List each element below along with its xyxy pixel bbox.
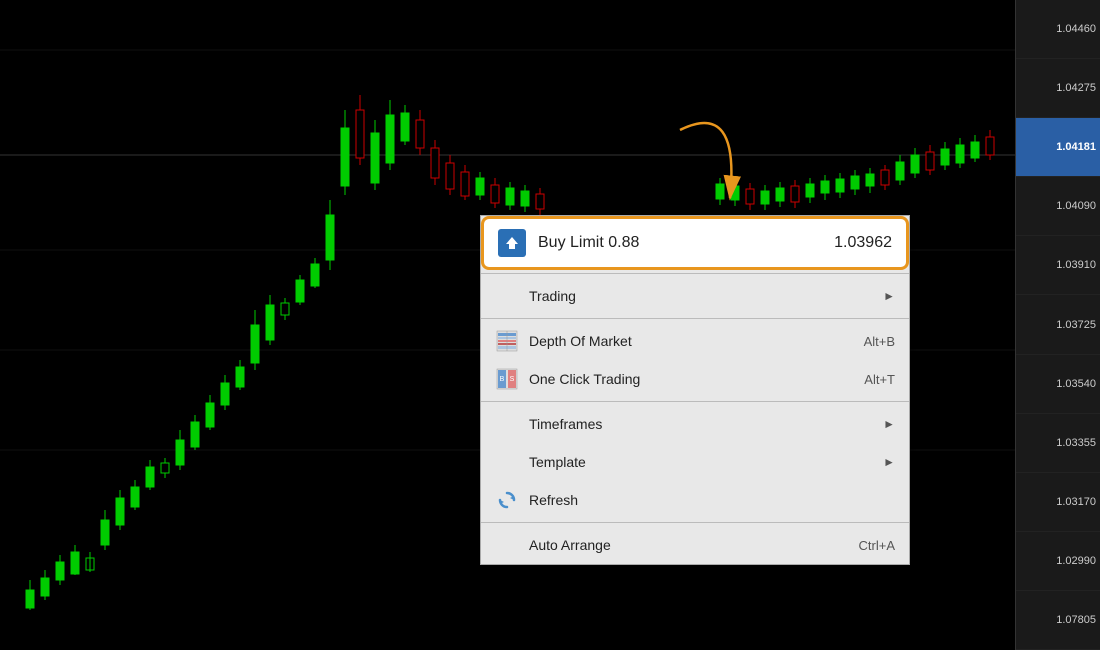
context-menu: Buy Limit 0.88 1.03962 Trading ► Depth O (480, 215, 910, 565)
buy-limit-label: Buy Limit 0.88 (538, 234, 822, 252)
menu-item-template[interactable]: Template ► (481, 443, 909, 481)
menu-item-oct-label: One Click Trading (529, 371, 854, 387)
menu-item-refresh-label: Refresh (529, 492, 895, 508)
price-label: 1.03725 (1016, 295, 1100, 354)
price-label: 1.02990 (1016, 532, 1100, 591)
trading-icon-placeholder (495, 284, 519, 308)
auto-arrange-icon-placeholder (495, 533, 519, 557)
menu-item-depth-of-market[interactable]: Depth Of Market Alt+B (481, 322, 909, 360)
template-icon-placeholder (495, 450, 519, 474)
price-label: 1.03355 (1016, 414, 1100, 473)
menu-item-template-label: Template (529, 454, 873, 470)
price-label: 1.07805 (1016, 591, 1100, 650)
price-label: 1.04275 (1016, 59, 1100, 118)
template-submenu-arrow: ► (883, 455, 895, 469)
menu-separator (481, 401, 909, 402)
price-label-current: 1.04181 (1016, 118, 1100, 177)
price-label: 1.04460 (1016, 0, 1100, 59)
price-axis: 1.04460 1.04275 1.04181 1.04090 1.03910 … (1015, 0, 1100, 650)
menu-item-timeframes[interactable]: Timeframes ► (481, 405, 909, 443)
menu-item-refresh[interactable]: Refresh (481, 481, 909, 519)
price-label: 1.04090 (1016, 177, 1100, 236)
menu-item-one-click-trading[interactable]: B S One Click Trading Alt+T (481, 360, 909, 398)
menu-item-auto-arrange[interactable]: Auto Arrange Ctrl+A (481, 526, 909, 564)
svg-text:B: B (500, 376, 505, 383)
menu-separator (481, 522, 909, 523)
trading-submenu-arrow: ► (883, 289, 895, 303)
menu-item-dom-shortcut: Alt+B (864, 334, 895, 349)
buy-limit-price: 1.03962 (834, 234, 892, 252)
menu-item-auto-arrange-shortcut: Ctrl+A (859, 538, 895, 553)
price-label: 1.03170 (1016, 473, 1100, 532)
menu-item-trading-label: Trading (529, 288, 873, 304)
refresh-icon (495, 488, 519, 512)
menu-separator (481, 318, 909, 319)
buy-limit-header[interactable]: Buy Limit 0.88 1.03962 (481, 216, 909, 270)
one-click-trading-icon: B S (495, 367, 519, 391)
depth-of-market-icon (495, 329, 519, 353)
menu-item-dom-label: Depth Of Market (529, 333, 854, 349)
menu-separator (481, 273, 909, 274)
price-label: 1.03910 (1016, 236, 1100, 295)
price-label: 1.03540 (1016, 355, 1100, 414)
menu-item-oct-shortcut: Alt+T (864, 372, 895, 387)
menu-item-trading[interactable]: Trading ► (481, 277, 909, 315)
menu-item-timeframes-label: Timeframes (529, 416, 873, 432)
timeframes-submenu-arrow: ► (883, 417, 895, 431)
svg-text:S: S (510, 376, 515, 383)
timeframes-icon-placeholder (495, 412, 519, 436)
menu-item-auto-arrange-label: Auto Arrange (529, 537, 849, 553)
buy-up-arrow-icon (498, 229, 526, 257)
